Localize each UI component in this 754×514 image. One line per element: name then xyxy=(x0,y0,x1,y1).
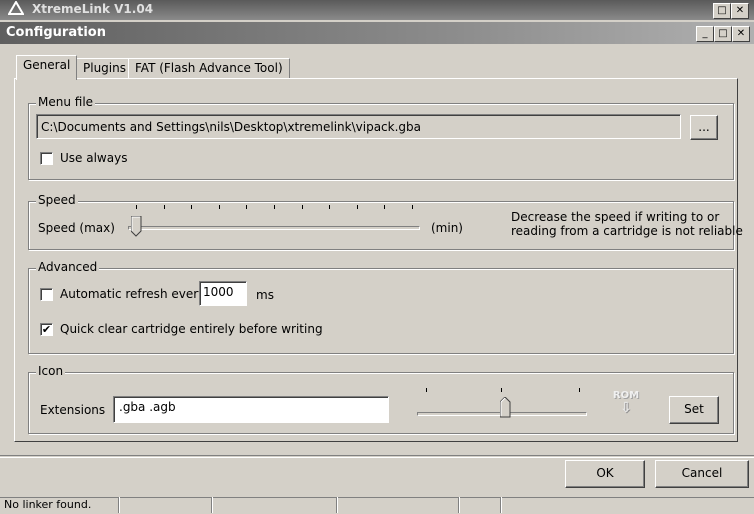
tab-fat[interactable]: FAT (Flash Advance Tool) xyxy=(128,58,290,79)
set-button[interactable]: Set xyxy=(669,396,719,424)
maximize-icon: □ xyxy=(718,28,728,39)
ok-button[interactable]: OK xyxy=(565,460,645,488)
menu-file-path-field[interactable]: C:\Documents and Settings\nils\Desktop\x… xyxy=(36,114,681,139)
rom-icon: ROM ⇩ xyxy=(606,390,646,424)
speed-slider-tick xyxy=(136,205,137,209)
extensions-input[interactable]: .gba .agb xyxy=(113,396,389,423)
status-separator xyxy=(118,497,120,513)
refresh-interval-input[interactable]: 1000 xyxy=(199,281,247,306)
icon-slider-tick xyxy=(501,388,502,392)
speed-slider-tick xyxy=(274,205,275,209)
tab-label: Plugins xyxy=(83,61,126,75)
status-separator xyxy=(500,497,502,513)
parent-window-title: XtremeLink V1.04 xyxy=(32,2,154,16)
tab-label: FAT (Flash Advance Tool) xyxy=(135,61,283,75)
speed-slider[interactable] xyxy=(128,205,420,237)
minimize-icon: _ xyxy=(702,28,708,39)
menu-file-path-text: C:\Documents and Settings\nils\Desktop\x… xyxy=(41,120,422,134)
close-icon: ✕ xyxy=(736,28,746,39)
maximize-button[interactable]: □ xyxy=(714,26,732,42)
use-always-checkbox[interactable] xyxy=(40,152,53,165)
dialog-titlebar: Configuration _ □ ✕ xyxy=(0,22,754,44)
speed-min-label: (min) xyxy=(431,221,463,235)
speed-hint-line2: reading from a cartridge is not reliable xyxy=(511,224,743,238)
close-button[interactable]: ✕ xyxy=(732,26,750,42)
browse-button[interactable]: ... xyxy=(690,115,718,140)
speed-slider-ticks xyxy=(128,205,420,213)
auto-refresh-label: Automatic refresh every xyxy=(60,287,206,301)
advanced-legend: Advanced xyxy=(36,260,100,274)
extensions-label: Extensions xyxy=(40,403,106,417)
speed-slider-track xyxy=(128,226,420,230)
use-always-label: Use always xyxy=(60,151,128,165)
icon-legend: Icon xyxy=(36,364,66,378)
refresh-interval-value: 1000 xyxy=(203,285,234,299)
parent-window-titlebar: XtremeLink V1.04 □ ✕ xyxy=(0,0,754,20)
speed-slider-tick xyxy=(356,205,358,209)
speed-slider-tick xyxy=(191,205,193,209)
icon-slider[interactable] xyxy=(417,388,587,424)
parent-maximize-button[interactable]: □ xyxy=(713,3,731,19)
speed-slider-thumb[interactable] xyxy=(131,216,142,237)
maximize-icon: □ xyxy=(717,5,727,16)
status-bar: No linker found. xyxy=(0,497,754,514)
status-separator xyxy=(336,497,338,513)
tab-label: General xyxy=(23,58,71,72)
down-arrow-icon: ⇩ xyxy=(620,400,632,416)
cancel-button[interactable]: Cancel xyxy=(655,460,749,488)
quick-clear-label: Quick clear cartridge entirely before wr… xyxy=(60,322,323,336)
quick-clear-checkbox[interactable]: ✔ xyxy=(40,323,53,336)
icon-slider-thumb[interactable] xyxy=(500,397,511,418)
icon-slider-tick xyxy=(426,388,427,392)
tab-plugins[interactable]: Plugins xyxy=(76,58,133,79)
refresh-unit-label: ms xyxy=(256,288,274,302)
speed-slider-tick xyxy=(384,205,386,209)
status-text: No linker found. xyxy=(4,498,92,511)
status-separator xyxy=(211,497,213,513)
app-logo-icon xyxy=(7,0,26,17)
speed-slider-tick xyxy=(301,205,303,209)
status-separator xyxy=(458,497,460,513)
icon-slider-tick xyxy=(579,388,580,392)
checkmark-icon: ✔ xyxy=(41,323,52,336)
dialog-title: Configuration xyxy=(6,25,106,40)
advanced-group xyxy=(28,268,734,354)
tab-general[interactable]: General xyxy=(16,55,78,80)
speed-max-label: Speed (max) xyxy=(38,221,115,235)
speed-legend: Speed xyxy=(36,193,78,207)
footer-separator xyxy=(0,455,754,458)
auto-refresh-checkbox[interactable] xyxy=(40,288,53,301)
parent-close-button[interactable]: ✕ xyxy=(731,3,749,19)
speed-slider-tick xyxy=(218,205,220,209)
extensions-value: .gba .agb xyxy=(119,400,176,414)
minimize-button[interactable]: _ xyxy=(696,26,714,42)
speed-hint-line1: Decrease the speed if writing to or xyxy=(511,210,720,224)
close-icon: ✕ xyxy=(735,5,745,16)
speed-slider-tick xyxy=(246,205,248,209)
speed-slider-tick xyxy=(412,205,413,209)
menu-file-legend: Menu file xyxy=(36,95,96,109)
speed-slider-tick xyxy=(163,205,165,209)
speed-slider-tick xyxy=(329,205,331,209)
